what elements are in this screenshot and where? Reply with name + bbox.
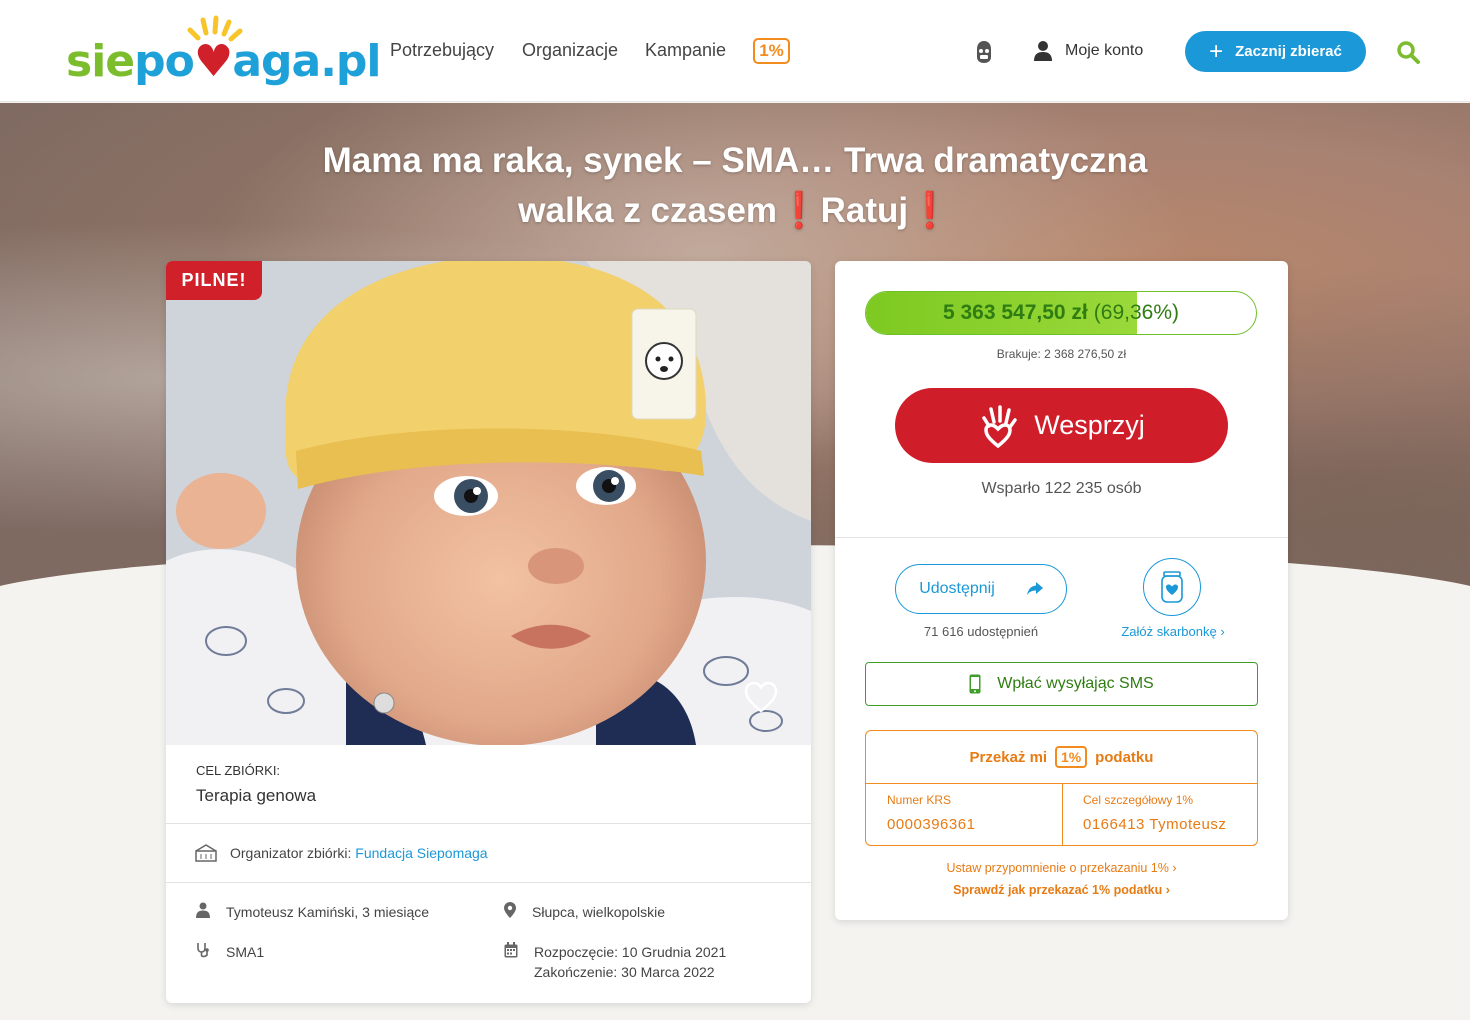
chevron-right-icon: › <box>1165 883 1170 897</box>
chevron-right-icon: › <box>1172 861 1177 875</box>
sms-donate-button[interactable]: Wpłać wysyłając SMS <box>865 662 1258 706</box>
stethoscope-icon <box>197 943 209 958</box>
one-percent-icon: 1% <box>1055 746 1088 768</box>
start-date: Rozpoczęcie: 10 Grudnia 2021 <box>534 944 727 960</box>
calendar-icon <box>504 942 518 958</box>
donation-card: 5 363 547,50 zł (69,36%) Brakuje: 2 368 … <box>835 261 1288 920</box>
support-button[interactable]: Wesprzyj <box>895 388 1228 463</box>
campaign-title: Mama ma raka, synek – SMA… Trwa dramatyc… <box>322 141 1148 230</box>
nav-potrzebujacy[interactable]: Potrzebujący <box>390 40 494 61</box>
how-to-donate-link[interactable]: Sprawdź jak przekazać 1% podatku › <box>835 883 1288 897</box>
phone-icon <box>969 674 981 694</box>
divider <box>835 537 1288 538</box>
organizer-label: Organizator zbiórki: <box>230 845 352 861</box>
reminder-link[interactable]: Ustaw przypomnienie o przekazaniu 1% › <box>835 861 1288 875</box>
support-label: Wesprzyj <box>1034 410 1145 440</box>
share-button[interactable]: Udostępnij <box>895 564 1067 614</box>
krs-number[interactable]: 0000396361 <box>887 816 975 833</box>
beneficiary: Tymoteusz Kamiński, 3 miesiące <box>196 902 429 922</box>
nav-one-percent[interactable]: 1% <box>753 38 790 64</box>
user-icon <box>1034 41 1052 61</box>
exclamation-icon: ❗ <box>908 191 952 230</box>
share-label: Udostępnij <box>919 580 995 597</box>
goal-label: CEL ZBIÓRKI: <box>196 763 281 778</box>
hand-heart-icon <box>982 404 1017 448</box>
supporters-count: Wsparło 122 235 osób <box>981 480 1142 497</box>
goal-code-cell: Cel szczegółowy 1% 0166413 Tymoteusz <box>1083 793 1227 833</box>
map-pin-icon <box>504 902 516 918</box>
exclamation-icon: ❗ <box>777 191 821 230</box>
nav-kampanie[interactable]: Kampanie <box>645 40 726 61</box>
goal-value: Terapia genowa <box>196 786 317 805</box>
sms-label: Wpłać wysyłając SMS <box>997 675 1154 692</box>
campaign-dates: Rozpoczęcie: 10 Grudnia 2021 Zakończenie:… <box>504 942 726 982</box>
search-icon[interactable] <box>1396 40 1420 64</box>
piggy-bank-link[interactable]: Załóż skarbonkę › <box>1095 624 1251 639</box>
location: Słupca, wielkopolskie <box>504 902 665 922</box>
piggy-bank-button[interactable] <box>1143 558 1201 616</box>
share-count: 71 616 udostępnień <box>923 624 1039 639</box>
goal-code[interactable]: 0166413 Tymoteusz <box>1083 816 1226 833</box>
divider <box>166 882 811 883</box>
nav-organizacje[interactable]: Organizacje <box>522 40 618 61</box>
diagnosis: SMA1 <box>196 942 264 962</box>
end-date: Zakończenie: 30 Marca 2022 <box>534 964 715 980</box>
campaign-card: PILNE! CEL ZBIÓRKI: Terapia genowa Organ… <box>166 261 811 1003</box>
percent-raised: (69,36%) <box>1093 301 1179 324</box>
jar-heart-icon <box>1161 571 1183 603</box>
divider <box>166 823 811 824</box>
urgent-badge: PILNE! <box>166 261 262 300</box>
amount-raised: 5 363 547,50 zł <box>942 301 1088 324</box>
start-fundraiser-button[interactable]: + Zacznij zbierać <box>1185 31 1366 72</box>
cta-label: Zacznij zbierać <box>1235 43 1342 60</box>
account-label: Moje konto <box>1065 42 1144 59</box>
plus-icon: + <box>1209 37 1224 65</box>
baby-photo-illustration <box>166 261 811 745</box>
chevron-right-icon: › <box>1220 624 1225 639</box>
foundation-icon <box>195 844 217 862</box>
campaign-photo[interactable] <box>166 261 811 745</box>
share-arrow-icon <box>1026 582 1043 595</box>
site-header: siepo♥aga.pl Potrzebujący Organizacje Ka… <box>0 0 1470 102</box>
krs-cell: Numer KRS 0000396361 <box>887 793 976 833</box>
heart-icon[interactable] <box>744 681 778 715</box>
progress-bar: 5 363 547,50 zł (69,36%) <box>865 291 1257 335</box>
organizer-link[interactable]: Fundacja Siepomaga <box>355 845 487 861</box>
organizer: Organizator zbiórki: Fundacja Siepomaga <box>194 843 488 863</box>
amount-missing: Brakuje: 2 368 276,50 zł <box>996 347 1127 361</box>
site-logo[interactable]: siepo♥aga.pl <box>66 15 382 87</box>
user-icon <box>196 902 210 918</box>
mask-icon[interactable] <box>974 40 994 64</box>
tax-one-percent-box: Przekaż mi 1% podatku Numer KRS 00003963… <box>865 730 1258 846</box>
account-link[interactable]: Moje konto <box>1033 40 1143 62</box>
